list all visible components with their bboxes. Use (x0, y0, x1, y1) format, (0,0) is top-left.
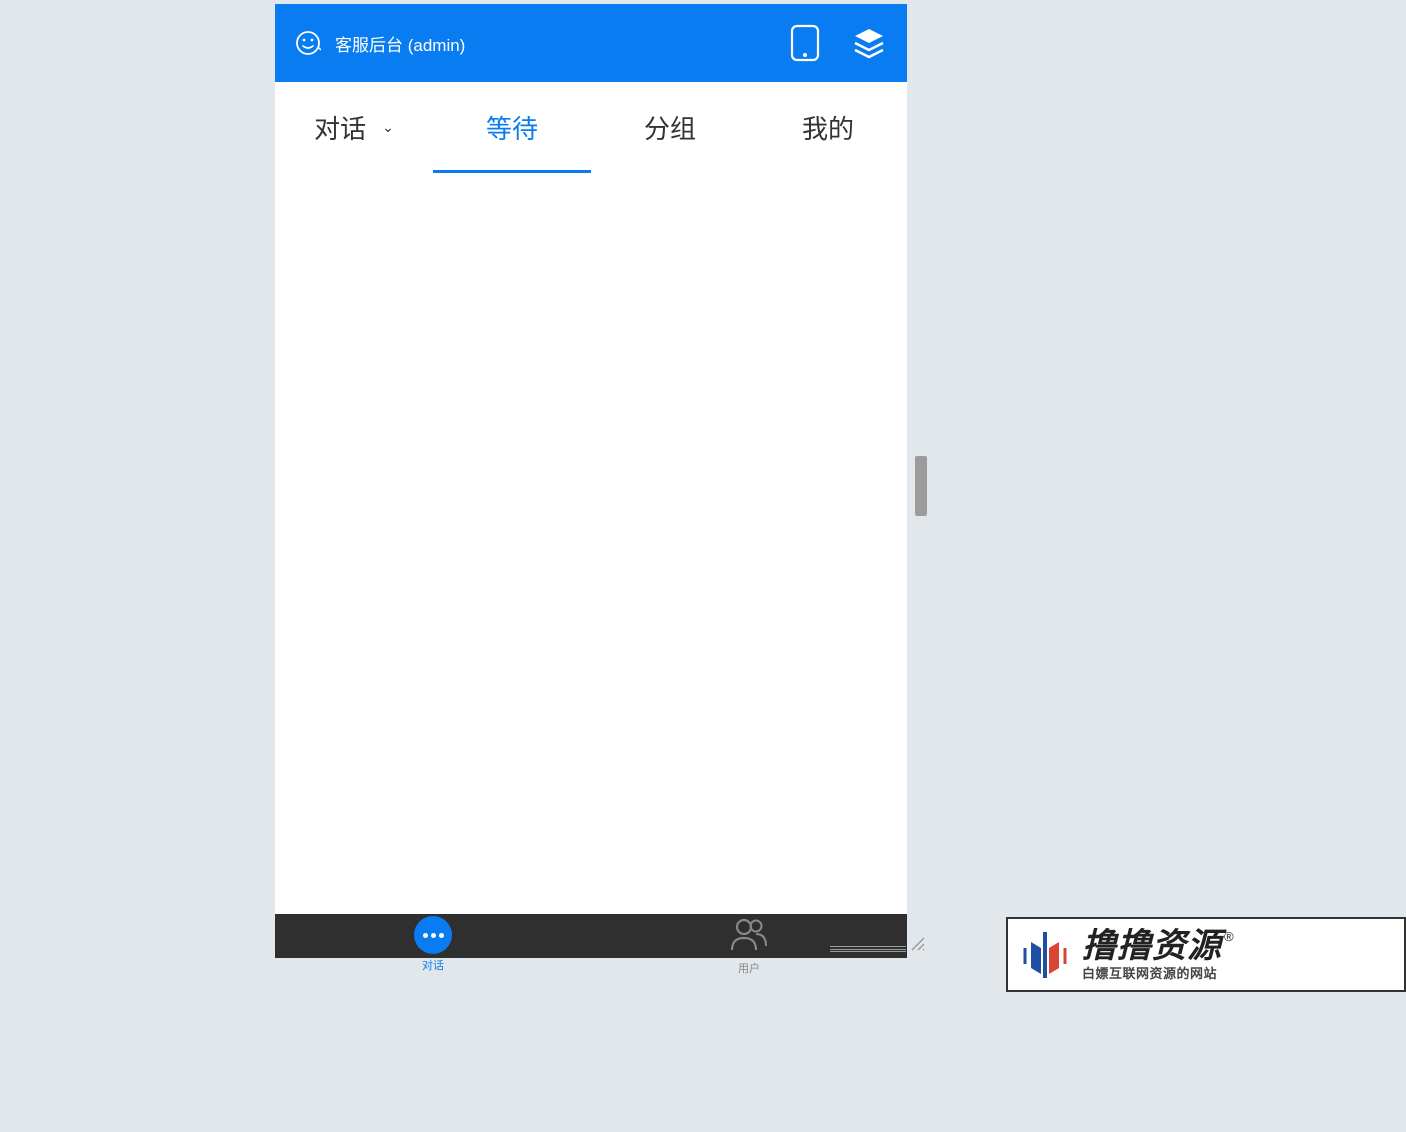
tab-label: 等待 (486, 109, 538, 146)
content-area (275, 174, 907, 914)
tab-mine[interactable]: 我的 (749, 82, 907, 173)
bottom-nav-label: 用户 (738, 960, 760, 976)
tab-groups[interactable]: 分组 (591, 82, 749, 173)
tab-label: 我的 (802, 109, 854, 146)
header-bar: 客服后台 (admin) (275, 4, 907, 82)
chat-bubble-icon (414, 916, 452, 954)
registered-mark: ® (1224, 930, 1235, 944)
app-window: 客服后台 (admin) 对话 ⌄ 等待 (275, 4, 907, 958)
layers-icon[interactable] (851, 25, 887, 61)
tab-label: 分组 (644, 109, 696, 146)
header-actions (787, 25, 887, 61)
drag-handle[interactable] (830, 946, 906, 952)
tab-bar: 对话 ⌄ 等待 分组 我的 (275, 82, 907, 174)
watermark-main: 撸撸资源 ® (1082, 928, 1235, 965)
chevron-down-icon: ⌄ (382, 119, 394, 136)
watermark-sub: 白嫖互联网资源的网站 (1082, 967, 1235, 981)
tab-label: 对话 (314, 109, 366, 146)
watermark-text: 撸撸资源 ® 白嫖互联网资源的网站 (1082, 928, 1235, 982)
bottom-nav-label: 对话 (422, 957, 444, 973)
header-left: 客服后台 (admin) (295, 30, 465, 56)
tablet-icon[interactable] (787, 25, 823, 61)
bottom-nav: 对话 用户 (275, 914, 907, 958)
users-icon (730, 916, 768, 957)
watermark-badge: 撸撸资源 ® 白嫖互联网资源的网站 (1006, 917, 1406, 992)
tab-conversation[interactable]: 对话 ⌄ (275, 82, 433, 173)
watermark-logo-icon (1018, 928, 1072, 982)
header-title: 客服后台 (admin) (335, 31, 465, 56)
resize-handle[interactable] (910, 936, 926, 952)
tab-waiting[interactable]: 等待 (433, 82, 591, 173)
bottom-nav-chat[interactable]: 对话 (414, 916, 452, 973)
vertical-scrollbar[interactable] (915, 456, 927, 516)
smiley-icon (295, 30, 321, 56)
bottom-nav-user[interactable]: 用户 (730, 916, 768, 976)
